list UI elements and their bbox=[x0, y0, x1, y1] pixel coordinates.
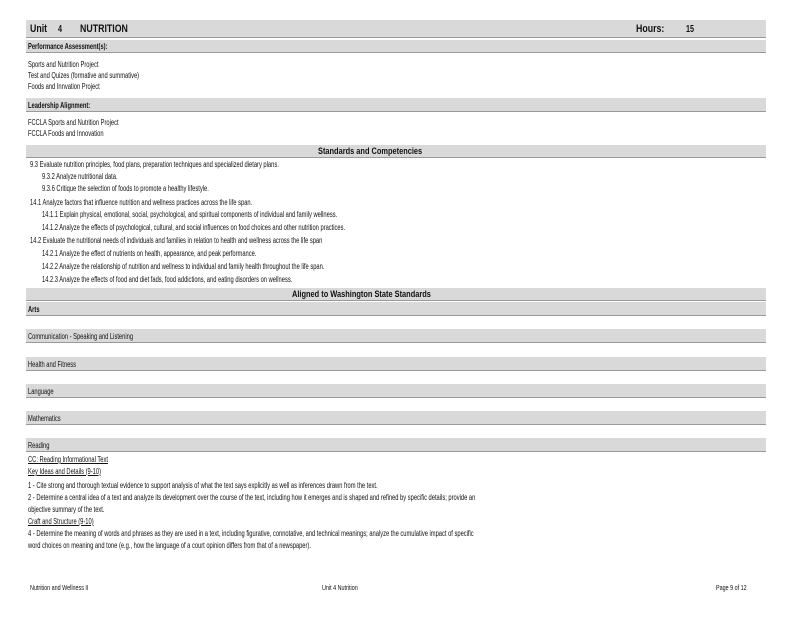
footer-course: Nutrition and Wellness II bbox=[30, 583, 89, 592]
performance-item: Test and Quizes (formative and summative… bbox=[28, 71, 140, 80]
reading-heading: Reading bbox=[28, 441, 50, 450]
standard-item: 14.2 Evaluate the nutritional needs of i… bbox=[30, 236, 323, 245]
footer-page-number: Page 9 of 12 bbox=[716, 583, 747, 592]
health-bar bbox=[26, 357, 766, 371]
standard-item: 14.1.2 Analyze the effects of psychologi… bbox=[42, 223, 346, 232]
reading-item-2: 2 - Determine a central idea of a text a… bbox=[28, 493, 476, 502]
unit-title: NUTRITION bbox=[80, 23, 128, 35]
performance-heading: Performance Assessment(s): bbox=[28, 42, 108, 51]
language-heading: Language bbox=[28, 387, 54, 396]
performance-item: Foods and Innvation Project bbox=[28, 82, 100, 91]
reading-item-2-cont: objective summary of the text. bbox=[28, 505, 105, 514]
document-page: Unit 4 NUTRITION Hours: 15 Performance A… bbox=[0, 0, 800, 618]
standard-item: 14.1 Analyze factors that influence nutr… bbox=[30, 198, 253, 207]
standard-item: 14.2.2 Analyze the relationship of nutri… bbox=[42, 262, 325, 271]
reading-item-1: 1 - Cite strong and thorough textual evi… bbox=[28, 481, 378, 490]
standard-item: 14.2.3 Analyze the effects of food and d… bbox=[42, 275, 293, 284]
mathematics-bar bbox=[26, 411, 766, 425]
communication-heading: Communication - Speaking and Listening bbox=[28, 332, 134, 341]
leadership-item: FCCLA Sports and Nutrition Project bbox=[28, 118, 119, 127]
standards-heading: Standards and Competencies bbox=[318, 146, 423, 157]
leadership-heading-bar bbox=[26, 98, 766, 112]
health-heading: Health and Fitness bbox=[28, 360, 77, 369]
standard-item: 9.3.6 Critique the selection of foods to… bbox=[42, 184, 209, 193]
key-ideas-heading: Key Ideas and Details (9-10) bbox=[28, 467, 102, 476]
communication-bar bbox=[26, 329, 766, 343]
hours-value: 15 bbox=[686, 24, 695, 35]
standard-item: 9.3.2 Analyze nutritional data. bbox=[42, 172, 118, 181]
craft-heading: Craft and Structure (9-10) bbox=[28, 517, 94, 526]
leadership-heading: Leadership Alignment: bbox=[28, 101, 91, 110]
leadership-item: FCCLA Foods and Innovation bbox=[28, 129, 104, 138]
reading-bar bbox=[26, 438, 766, 452]
unit-label: Unit bbox=[30, 23, 48, 35]
standard-item: 14.2.1 Analyze the effect of nutrients o… bbox=[42, 249, 257, 258]
aligned-heading: Aligned to Washington State Standards bbox=[292, 289, 431, 300]
standard-item: 14.1.1 Explain physical, emotional, soci… bbox=[42, 210, 338, 219]
unit-number: 4 bbox=[58, 24, 63, 35]
reading-cc: CC: Reading Informational Text bbox=[28, 455, 108, 464]
arts-heading: Arts bbox=[28, 305, 40, 314]
standard-item: 9.3 Evaluate nutrition principles, food … bbox=[30, 160, 279, 169]
performance-heading-bar bbox=[26, 40, 766, 53]
footer-unit: Unit 4 Nutrition bbox=[322, 583, 358, 592]
hours-label: Hours: bbox=[636, 23, 665, 35]
language-bar bbox=[26, 384, 766, 398]
mathematics-heading: Mathematics bbox=[28, 414, 61, 423]
arts-bar bbox=[26, 302, 766, 316]
reading-item-4-cont: word choices on meaning and tone (e.g., … bbox=[28, 541, 311, 550]
performance-item: Sports and Nutrition Project bbox=[28, 60, 99, 69]
reading-item-4: 4 - Determine the meaning of words and p… bbox=[28, 529, 474, 538]
